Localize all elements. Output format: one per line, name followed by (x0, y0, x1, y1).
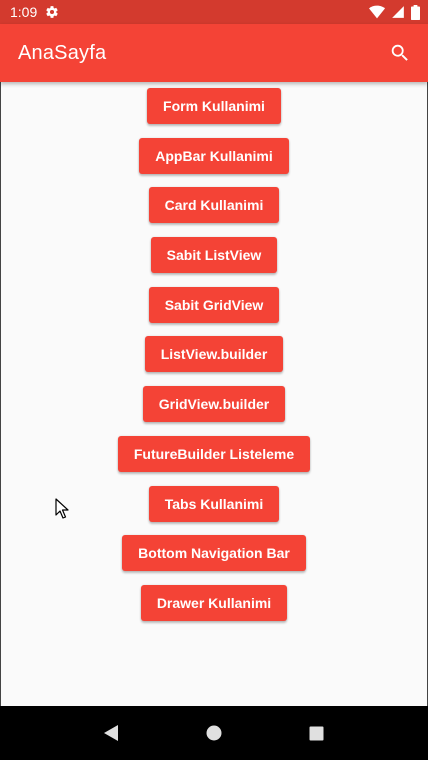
button-list: Form Kullanimi AppBar Kullanimi Card Kul… (1, 88, 427, 635)
gridview-builder-button[interactable]: GridView.builder (142, 386, 286, 423)
bottom-navigation-bar-button[interactable]: Bottom Navigation Bar (122, 535, 306, 572)
app-bar: AnaSayfa (0, 24, 428, 82)
status-time: 1:09 (10, 4, 38, 20)
recents-button[interactable] (297, 713, 337, 753)
gear-icon (45, 5, 59, 19)
card-kullanimi-button[interactable]: Card Kullanimi (148, 187, 280, 224)
drawer-kullanimi-button[interactable]: Drawer Kullanimi (140, 584, 288, 621)
home-icon (206, 725, 222, 741)
form-kullanimi-button[interactable]: Form Kullanimi (147, 88, 281, 124)
status-bar: 1:09 (0, 0, 428, 24)
mouse-cursor-icon (55, 498, 69, 525)
signal-icon (391, 5, 405, 19)
system-navigation-bar (0, 706, 428, 760)
content-area: Form Kullanimi AppBar Kullanimi Card Kul… (0, 82, 428, 706)
page-title: AnaSayfa (18, 41, 107, 64)
tabs-kullanimi-button[interactable]: Tabs Kullanimi (148, 485, 280, 522)
search-button[interactable] (388, 41, 412, 65)
back-button[interactable] (91, 713, 131, 753)
status-indicators (369, 4, 420, 20)
appbar-kullanimi-button[interactable]: AppBar Kullanimi (139, 137, 289, 174)
sabit-listview-button[interactable]: Sabit ListView (150, 237, 278, 274)
wifi-icon (369, 5, 385, 19)
battery-icon (411, 4, 420, 20)
recents-icon (309, 726, 324, 740)
sabit-gridview-button[interactable]: Sabit GridView (148, 286, 280, 323)
home-button[interactable] (194, 713, 234, 753)
listview-builder-button[interactable]: ListView.builder (144, 336, 284, 373)
futurebuilder-listeleme-button[interactable]: FutureBuilder Listeleme (117, 435, 311, 472)
back-icon (104, 725, 119, 741)
screen: 1:09 AnaSayfa Form Kullanimi AppBar Kull… (0, 0, 428, 760)
search-icon (391, 44, 408, 61)
